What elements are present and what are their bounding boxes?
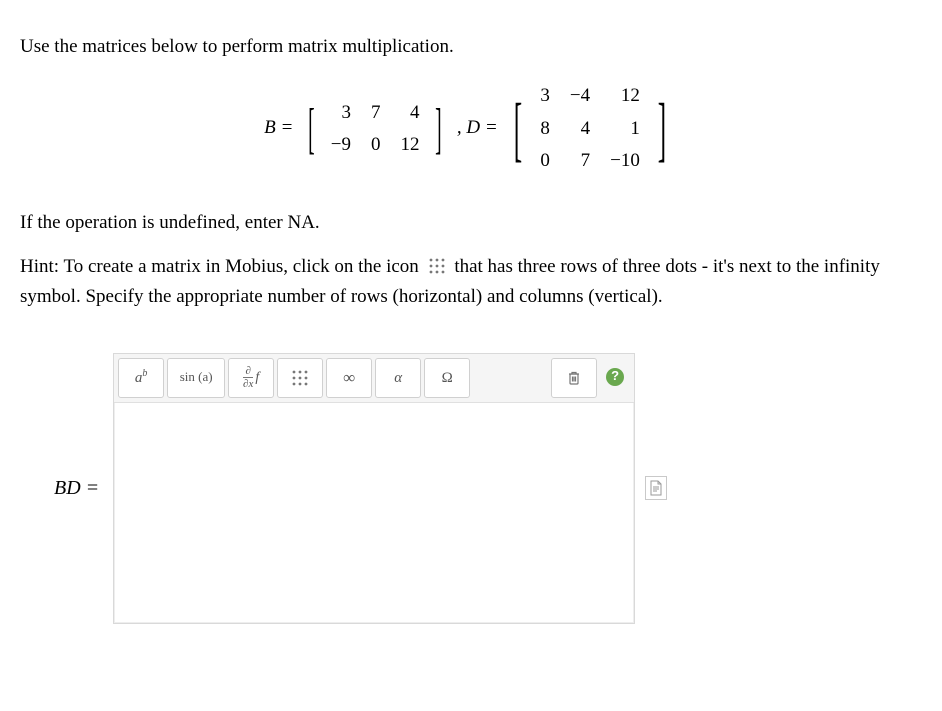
answer-input[interactable]: [114, 403, 634, 623]
cell: 3: [530, 80, 560, 112]
cell: 8: [530, 113, 560, 145]
cell: 7: [361, 97, 391, 129]
cell: 3: [321, 97, 361, 129]
editor-toolbar: ab sin (a) ∂ ∂x f: [114, 354, 634, 403]
table-row: 3 7 4: [321, 97, 430, 129]
cell: 0: [530, 145, 560, 177]
trash-icon: [566, 370, 582, 386]
label: ∂x: [243, 377, 253, 390]
B-matrix: [ 3 7 4 −9 0 12 ]: [302, 97, 448, 162]
table-row: 3 −4 12: [530, 80, 649, 112]
equals-1: =: [276, 117, 298, 138]
matrix-button[interactable]: [277, 358, 323, 398]
undefined-note: If the operation is undefined, enter NA.: [20, 208, 922, 238]
equation-editor: ab sin (a) ∂ ∂x f: [113, 353, 635, 624]
infinity-button[interactable]: ∞: [326, 358, 372, 398]
hint-text: Hint: To create a matrix in Mobius, clic…: [20, 252, 922, 313]
label: sin (a): [180, 367, 213, 388]
alpha-button[interactable]: α: [375, 358, 421, 398]
D-label: D: [466, 117, 480, 138]
sin-button[interactable]: sin (a): [167, 358, 225, 398]
infinity-icon: ∞: [343, 364, 355, 391]
cell: 0: [361, 129, 391, 161]
cell: −4: [560, 80, 600, 112]
cell: −9: [321, 129, 361, 161]
cell: 1: [600, 113, 650, 145]
cell: 12: [600, 80, 650, 112]
comma: ,: [457, 117, 467, 138]
alpha-icon: α: [394, 366, 402, 390]
question-intro: Use the matrices below to perform matrix…: [20, 32, 922, 62]
answer-label: BD =: [54, 472, 99, 504]
cell: −10: [600, 145, 650, 177]
cell: 12: [390, 129, 429, 161]
D-matrix: [ 3 −4 12 8 4 1 0 7 −10 ]: [506, 80, 673, 177]
matrix-dots-icon: [428, 257, 446, 275]
preview-button[interactable]: [645, 476, 667, 500]
matrix-definitions: B = [ 3 7 4 −9 0 12 ] , D = [ 3 −4 12: [20, 80, 922, 177]
label: b: [142, 368, 147, 379]
equals-2: =: [480, 117, 502, 138]
table-row: −9 0 12: [321, 129, 430, 161]
help-button[interactable]: ?: [600, 358, 630, 396]
hint-pre: Hint: To create a matrix in Mobius, clic…: [20, 256, 424, 277]
document-icon: [649, 480, 663, 496]
derivative-button[interactable]: ∂ ∂x f: [228, 358, 274, 398]
help-icon: ?: [606, 368, 624, 386]
omega-icon: Ω: [442, 366, 453, 390]
cell: 7: [560, 145, 600, 177]
label: f: [255, 367, 259, 389]
B-label: B: [264, 117, 276, 138]
superscript-button[interactable]: ab: [118, 358, 164, 398]
table-row: 8 4 1: [530, 113, 649, 145]
cell: 4: [390, 97, 429, 129]
matrix-dots-icon: [291, 369, 309, 387]
delete-button[interactable]: [551, 358, 597, 398]
table-row: 0 7 −10: [530, 145, 649, 177]
label: ∂: [245, 366, 250, 377]
cell: 4: [560, 113, 600, 145]
omega-button[interactable]: Ω: [424, 358, 470, 398]
